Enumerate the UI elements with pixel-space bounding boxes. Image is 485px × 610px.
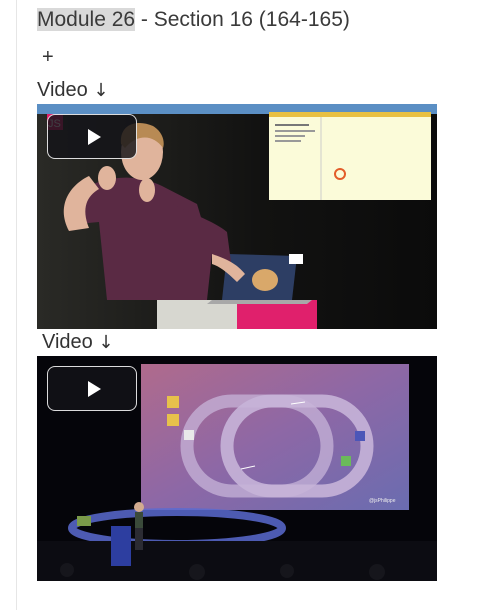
- heading-text: - Section 16 (164-165): [135, 8, 350, 31]
- heading-highlight: Module 26: [37, 8, 136, 31]
- down-arrow-icon: ↓: [98, 332, 114, 353]
- play-button[interactable]: [47, 366, 137, 411]
- page-heading: Module 26 - Section 16 (164-165): [37, 8, 350, 32]
- video-label-1: Video ↓: [37, 79, 108, 102]
- left-margin-rule: [16, 0, 17, 610]
- play-icon: [87, 128, 101, 145]
- video-label-text: Video: [37, 79, 88, 101]
- play-button[interactable]: [47, 114, 137, 159]
- plus-symbol: +: [42, 46, 54, 68]
- video-label-2: Video ↓: [42, 331, 113, 354]
- down-arrow-icon: ↓: [93, 80, 109, 101]
- video-label-text: Video: [42, 331, 93, 353]
- slide-caption: @jsPhilippe: [369, 498, 396, 504]
- video-thumbnail-2[interactable]: @jsPhilippe: [37, 356, 437, 581]
- video-thumbnail-1[interactable]: JS: [37, 104, 437, 329]
- play-icon: [87, 380, 101, 397]
